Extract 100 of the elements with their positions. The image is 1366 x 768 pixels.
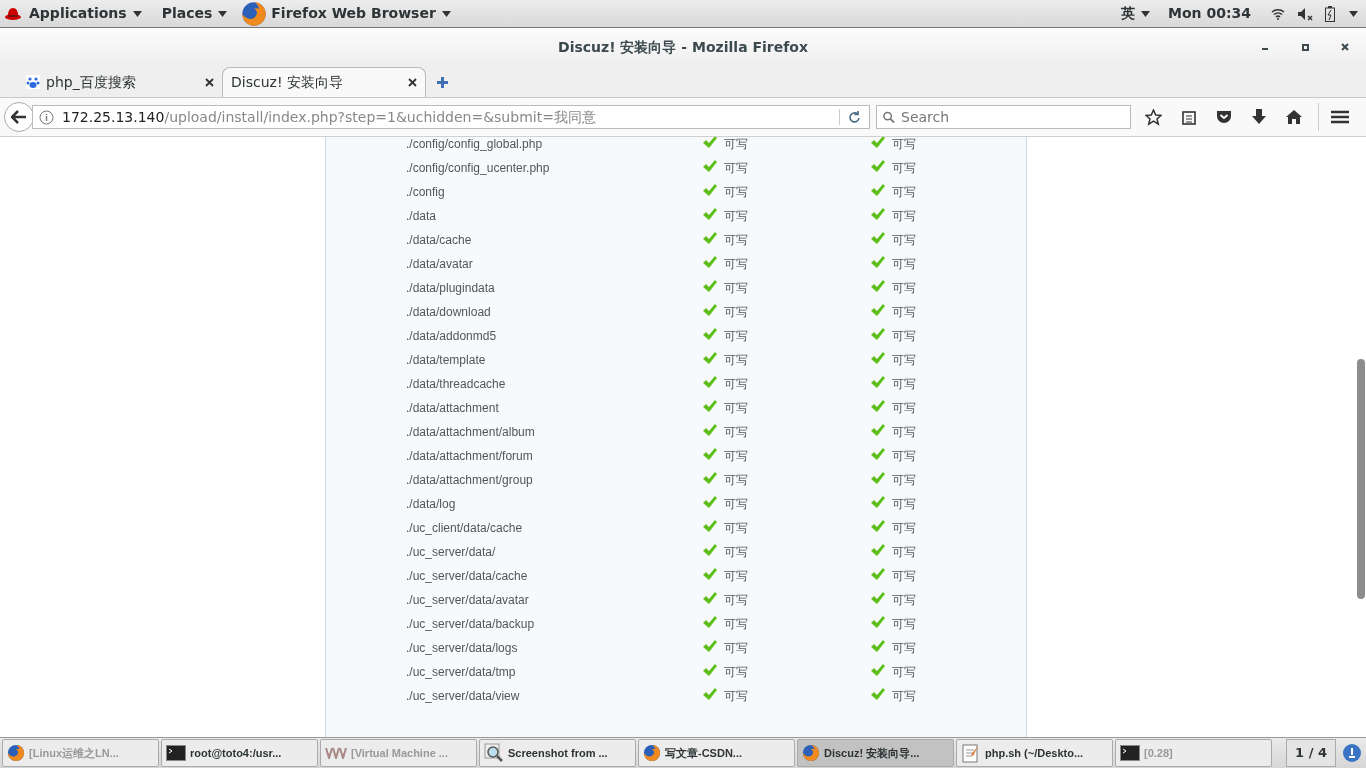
status-text: 可写: [892, 544, 916, 561]
directory-path: ./data/cache: [406, 232, 473, 249]
window-title: Discuz! 安装向导 - Mozilla Firefox: [558, 37, 808, 57]
status-text: 可写: [892, 328, 916, 345]
directory-path: ./data/plugindata: [406, 280, 496, 297]
status-text: 可写: [892, 208, 916, 225]
input-method-menu[interactable]: 英: [1121, 3, 1151, 24]
directory-path: ./uc_server/data/backup: [406, 616, 536, 633]
directory-path: ./data/avatar: [406, 256, 474, 273]
url-text: 172.25.13.140/upload/install/index.php?step=1&uchidden=&submit=我同意: [62, 107, 597, 127]
status-text: 可写: [892, 304, 916, 321]
directory-path: ./data/attachment/group: [406, 472, 534, 489]
status-text: 可写: [724, 424, 749, 441]
directory-path: ./uc_client/data/cache: [406, 520, 524, 537]
directory-path: ./uc_server/data/cache: [406, 568, 529, 585]
taskbar-item[interactable]: Discuz! 安装向导...: [797, 739, 954, 767]
status-text: 可写: [892, 137, 916, 153]
status-text: 可写: [724, 448, 749, 465]
directory-path: ./data/template: [406, 352, 487, 369]
status-text: 可写: [724, 568, 749, 585]
status-text: 可写: [892, 688, 916, 705]
clock[interactable]: Mon 00:34: [1168, 3, 1251, 24]
status-text: 可写: [724, 616, 749, 633]
status-text: 可写: [724, 160, 749, 177]
taskbar-label: [Virtual Machine ...: [351, 745, 448, 761]
search-input[interactable]: Search: [901, 106, 1124, 128]
status-text: 可写: [892, 256, 916, 273]
directory-path: ./uc_server/data/view: [406, 688, 521, 705]
status-text: 可写: [724, 352, 749, 369]
status-text: 可写: [724, 256, 749, 273]
status-text: 可写: [724, 137, 749, 153]
places-menu[interactable]: Places: [161, 3, 228, 24]
status-text: 可写: [892, 352, 916, 369]
status-text: 可写: [892, 592, 916, 609]
taskbar-label: php.sh (~/Deskto...: [985, 745, 1084, 761]
status-text: 可写: [724, 232, 749, 249]
taskbar-label: Screenshot from ...: [508, 745, 608, 761]
directory-path: ./data/log: [406, 496, 457, 513]
address-field[interactable]: 172.25.13.140/upload/install/index.php?step=1&uchidden=&submit=我同意: [32, 105, 870, 129]
taskbar-item[interactable]: php.sh (~/Deskto...: [956, 739, 1113, 767]
workspace-indicator[interactable]: 1 / 4: [1286, 739, 1336, 767]
taskbar-label: [0.28]: [1144, 745, 1173, 761]
status-text: 可写: [892, 664, 916, 681]
status-text: 可写: [724, 208, 749, 225]
status-text: 可写: [892, 400, 916, 417]
directory-path: ./data/download: [406, 304, 492, 321]
taskbar-item[interactable]: root@toto4:/usr...: [161, 739, 318, 767]
directory-path: ./data/attachment: [406, 400, 500, 417]
directory-path: ./uc_server/data/avatar: [406, 592, 530, 609]
directory-path: ./uc_server/data/tmp: [406, 664, 517, 681]
taskbar-item[interactable]: Screenshot from ...: [479, 739, 636, 767]
status-text: 可写: [724, 304, 749, 321]
taskbar-label: Discuz! 安装向导...: [824, 745, 920, 761]
directory-path: ./data/addonmd5: [406, 328, 498, 345]
status-text: 可写: [892, 424, 916, 441]
tab-title: Discuz! 安装向导: [231, 73, 344, 92]
status-text: 可写: [724, 520, 749, 537]
taskbar-item[interactable]: 写文章-CSDN...: [638, 739, 795, 767]
status-text: 可写: [724, 640, 749, 657]
status-text: 可写: [892, 616, 916, 633]
status-text: 可写: [892, 160, 916, 177]
directory-path: ./config/config_ucenter.php: [406, 160, 551, 177]
status-text: 可写: [724, 664, 749, 681]
status-text: 可写: [724, 544, 749, 561]
directory-path: ./data/attachment/album: [406, 424, 536, 441]
status-text: 可写: [892, 280, 916, 297]
directory-path: ./config: [406, 184, 446, 201]
directory-path: ./data: [406, 208, 438, 225]
applications-menu[interactable]: Applications: [29, 3, 142, 24]
directory-path: ./data/threadcache: [406, 376, 507, 393]
status-text: 可写: [724, 472, 749, 489]
taskbar-label: root@toto4:/usr...: [190, 745, 282, 761]
status-text: 可写: [724, 400, 749, 417]
app-menu[interactable]: Firefox Web Browser: [271, 3, 451, 24]
status-text: 可写: [892, 568, 916, 585]
status-text: 可写: [724, 496, 749, 513]
taskbar-label: 写文章-CSDN...: [665, 745, 742, 761]
status-text: 可写: [892, 184, 916, 201]
browser-tab[interactable]: Discuz! 安装向导: [222, 67, 426, 97]
browser-tab[interactable]: php_百度搜索: [18, 67, 222, 97]
status-text: 可写: [892, 496, 916, 513]
status-text: 可写: [892, 448, 916, 465]
directory-path: ./config/config_global.php: [406, 137, 544, 153]
directory-path: ./data/attachment/forum: [406, 448, 534, 465]
search-field[interactable]: Search: [876, 105, 1131, 129]
status-text: 可写: [724, 376, 749, 393]
status-text: 可写: [724, 592, 749, 609]
tab-title: php_百度搜索: [46, 72, 137, 92]
status-text: 可写: [892, 472, 916, 489]
status-text: 可写: [892, 520, 916, 537]
directory-path: ./uc_server/data/logs: [406, 640, 519, 657]
status-text: 可写: [892, 376, 916, 393]
status-text: 可写: [724, 688, 749, 705]
status-text: 可写: [724, 328, 749, 345]
status-text: 可写: [892, 640, 916, 657]
status-text: 可写: [724, 184, 749, 201]
status-text: 可写: [892, 232, 916, 249]
directory-path: ./uc_server/data/: [406, 544, 497, 561]
status-text: 可写: [724, 280, 749, 297]
taskbar-label: [Linux运维之LN...: [29, 745, 119, 761]
